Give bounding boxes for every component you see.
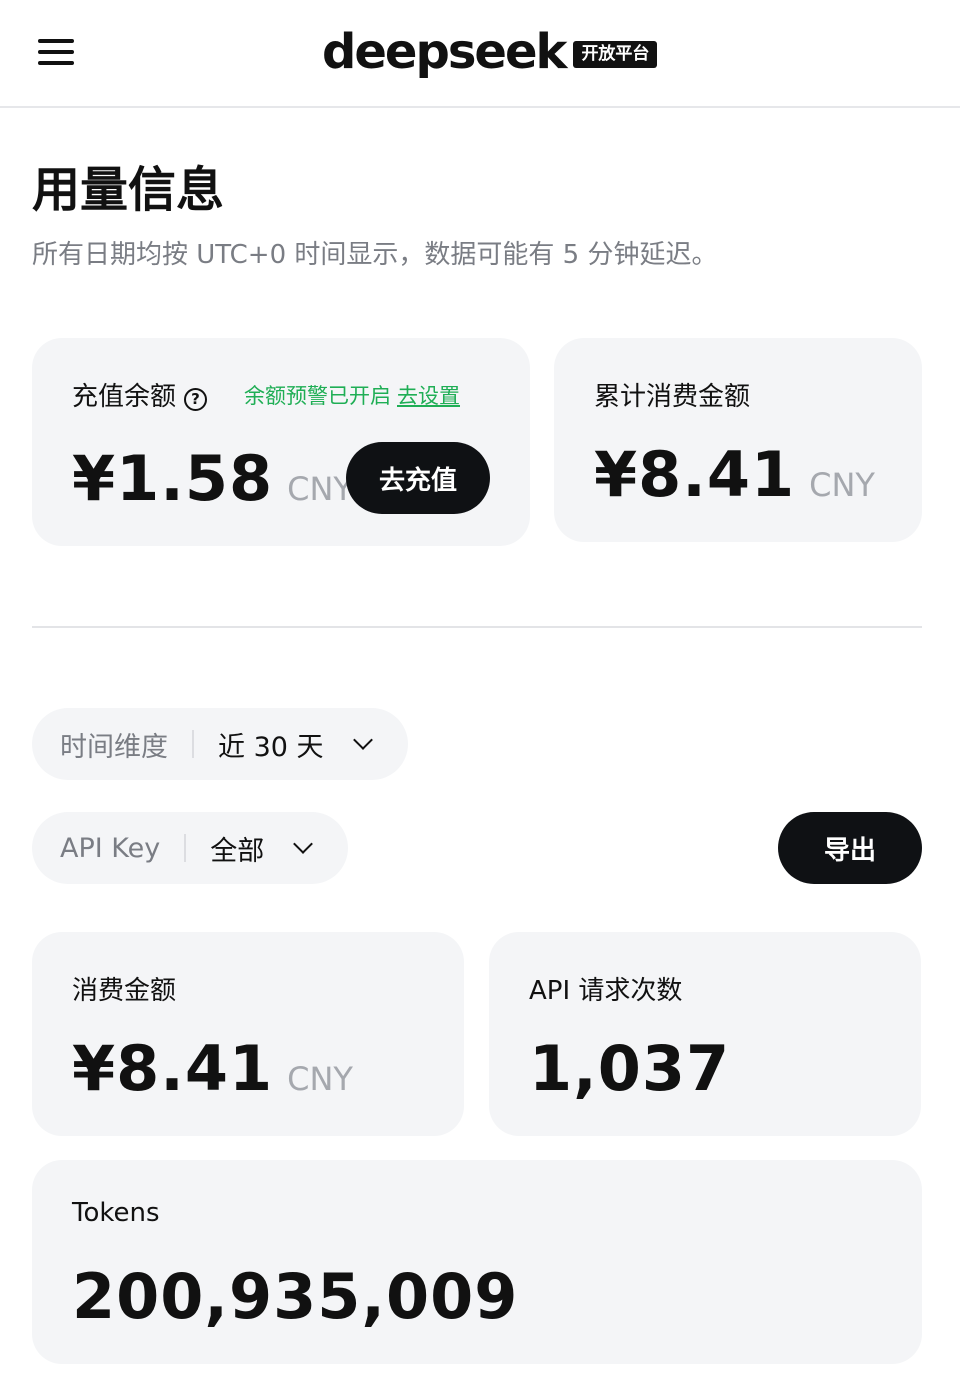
api-key-label: API Key xyxy=(60,832,161,864)
total-spent-unit: CNY xyxy=(809,466,875,504)
tokens-card: Tokens 200,935,009 xyxy=(32,1160,922,1364)
tokens-row: 200,935,009 xyxy=(72,1260,518,1333)
balance-amount: ¥1.58 xyxy=(72,442,274,515)
total-spent-label: 累计消费金额 xyxy=(594,382,751,412)
chevron-down-icon xyxy=(352,730,373,750)
api-requests-value: 1,037 xyxy=(529,1032,731,1105)
spend-card: 消费金额 ¥8.41 CNY xyxy=(32,932,464,1136)
time-range-label: 时间维度 xyxy=(60,731,168,763)
brand-wordmark: deepseek xyxy=(322,24,567,80)
recharge-button[interactable]: 去充值 xyxy=(346,442,490,514)
page-title: 用量信息 xyxy=(32,162,225,218)
filter-separator xyxy=(184,834,187,862)
balance-label: 充值余额 xyxy=(72,382,177,412)
time-range-value: 近 30 天 xyxy=(218,731,324,763)
total-spent-card: 累计消费金额 ¥8.41 CNY xyxy=(554,338,922,542)
spend-unit: CNY xyxy=(287,1060,353,1098)
total-spent-amount: ¥8.41 xyxy=(594,438,796,511)
api-key-value: 全部 xyxy=(210,835,265,867)
balance-unit: CNY xyxy=(287,470,353,508)
question-circle-icon[interactable]: ? xyxy=(184,388,208,411)
balance-alert-status: 余额预警已开启 xyxy=(244,384,391,408)
tokens-label: Tokens xyxy=(72,1198,160,1228)
usage-page: deepseek 开放平台 用量信息 所有日期均按 UTC+0 时间显示，数据可… xyxy=(0,0,960,1388)
api-requests-card: API 请求次数 1,037 xyxy=(489,932,921,1136)
export-button[interactable]: 导出 xyxy=(778,812,922,884)
platform-badge: 开放平台 xyxy=(573,40,658,68)
spend-label: 消费金额 xyxy=(72,976,177,1006)
api-requests-label: API 请求次数 xyxy=(529,976,683,1006)
filter-separator xyxy=(192,730,194,758)
brand-logo[interactable]: deepseek 开放平台 xyxy=(322,22,658,82)
alert-settings-link[interactable]: 去设置 xyxy=(397,384,460,408)
hamburger-menu-icon[interactable] xyxy=(36,36,76,68)
top-header: deepseek 开放平台 xyxy=(0,0,960,108)
balance-alert: 余额预警已开启 去设置 xyxy=(244,380,460,410)
section-divider xyxy=(32,626,922,628)
spend-amount: ¥8.41 xyxy=(72,1032,274,1105)
api-requests-row: 1,037 xyxy=(529,1032,730,1105)
total-spent-amount-row: ¥8.41 CNY xyxy=(594,438,875,511)
balance-label-row: 充值余额? xyxy=(72,376,208,413)
api-key-select[interactable]: API Key 全部 xyxy=(32,812,348,884)
spend-amount-row: ¥8.41 CNY xyxy=(72,1032,353,1105)
page-subtitle: 所有日期均按 UTC+0 时间显示，数据可能有 5 分钟延迟。 xyxy=(32,240,718,270)
balance-card: 充值余额? 余额预警已开启 去设置 ¥1.58 CNY 去充值 xyxy=(32,338,530,546)
balance-amount-row: ¥1.58 CNY xyxy=(72,442,353,515)
time-range-select[interactable]: 时间维度 近 30 天 xyxy=(32,708,408,780)
tokens-value: 200,935,009 xyxy=(72,1260,519,1333)
chevron-down-icon xyxy=(293,834,314,854)
